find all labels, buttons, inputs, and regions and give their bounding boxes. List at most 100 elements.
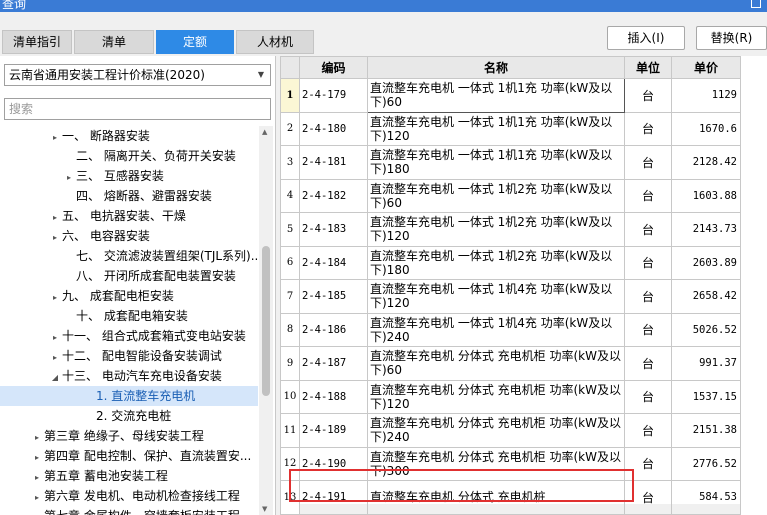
cell-name[interactable]: 直流整车充电机 一体式 1机2充 功率(kW及以下)180 [367, 245, 625, 280]
cell-price[interactable]: 991.37 [671, 346, 741, 381]
table-row[interactable]: 2 2-4-180 直流整车充电机 一体式 1机1充 功率(kW及以下)120 台 16… [280, 111, 741, 146]
search-input[interactable]: 搜索 [4, 98, 271, 120]
cell-unit[interactable]: 台 [624, 312, 672, 347]
tree-node[interactable]: ▸ 十一、 组合式成套箱式变电站安装 [0, 326, 258, 346]
expand-toggle-icon[interactable]: ▸ [62, 168, 76, 188]
table-row[interactable]: 10 2-4-188 直流整车充电机 分体式 充电机柜 功率(kW及以下)120 台 1… [280, 379, 741, 414]
cell-price[interactable]: 2776.52 [671, 446, 741, 481]
cell-code[interactable]: 2-4-184 [299, 245, 368, 280]
table-row[interactable]: 4 2-4-182 直流整车充电机 一体式 1机2充 功率(kW及以下)60 台 160… [280, 178, 741, 213]
tree-node[interactable]: 2. 交流充电桩 [0, 406, 258, 426]
tab-quota[interactable]: 定额 [156, 30, 234, 54]
table-row[interactable]: 5 2-4-183 直流整车充电机 一体式 1机2充 功率(kW及以下)120 台 21… [280, 212, 741, 247]
expand-toggle-icon[interactable]: ▸ [30, 428, 44, 448]
expand-toggle-icon[interactable]: ◢ [48, 368, 62, 388]
cell-name[interactable]: 直流整车充电机 一体式 1机1充 功率(kW及以下)60 [367, 78, 625, 113]
cell-unit[interactable]: 台 [624, 145, 672, 180]
tree-node[interactable]: 二、 隔离开关、负荷开关安装 [0, 146, 258, 166]
cell-price[interactable]: 584.53 [671, 480, 741, 515]
tree-node[interactable]: ▸ 九、 成套配电柜安装 [0, 286, 258, 306]
cell-unit[interactable]: 台 [624, 78, 672, 113]
tree-node[interactable]: 八、 开闭所成套配电装置安装 [0, 266, 258, 286]
table-row[interactable]: 6 2-4-184 直流整车充电机 一体式 1机2充 功率(kW及以下)180 台 26… [280, 245, 741, 280]
expand-toggle-icon[interactable]: ▸ [48, 128, 62, 148]
cell-code[interactable]: 2-4-179 [299, 78, 368, 113]
cell-price[interactable]: 1537.15 [671, 379, 741, 414]
cell-price[interactable]: 1670.6 [671, 111, 741, 146]
cell-price[interactable]: 1129 [671, 78, 741, 113]
expand-toggle-icon[interactable]: ▸ [48, 348, 62, 368]
tree-node[interactable]: ▸ 第五章 蓄电池安装工程 [0, 466, 258, 486]
cell-price[interactable]: 2603.89 [671, 245, 741, 280]
scroll-thumb[interactable] [262, 246, 270, 396]
header-price[interactable]: 单价 [671, 56, 741, 79]
tree-node[interactable]: ▸ 第四章 配电控制、保护、直流装置安... [0, 446, 258, 466]
tree-node[interactable]: ▸第七章 金属构件、穿墙套板安装工程 [0, 506, 258, 515]
cell-code[interactable]: 2-4-182 [299, 178, 368, 213]
tab-labor-material[interactable]: 人材机 [236, 30, 314, 54]
row-number[interactable]: 5 [280, 212, 300, 247]
tree-node[interactable]: ▸ 五、 电抗器安装、干燥 [0, 206, 258, 226]
expand-toggle-icon[interactable]: ▸ [48, 328, 62, 348]
row-number[interactable]: 6 [280, 245, 300, 280]
tree-scrollbar[interactable]: ▲ ▼ [259, 126, 273, 515]
expand-toggle-icon[interactable]: ▸ [48, 288, 62, 308]
replace-button[interactable]: 替换(R) [696, 26, 767, 50]
cell-code[interactable]: 2-4-183 [299, 212, 368, 247]
header-name[interactable]: 名称 [367, 56, 625, 79]
cell-unit[interactable]: 台 [624, 379, 672, 414]
row-number[interactable]: 11 [280, 413, 300, 448]
cell-name[interactable]: 直流整车充电机 一体式 1机4充 功率(kW及以下)240 [367, 312, 625, 347]
tree-node[interactable]: 四、 熔断器、避雷器安装 [0, 186, 258, 206]
cell-name[interactable]: 直流整车充电机 分体式 充电机柜 功率(kW及以下)240 [367, 413, 625, 448]
standard-select[interactable]: 云南省通用安装工程计价标准(2020) ▼ [4, 64, 271, 86]
cell-price[interactable]: 2151.38 [671, 413, 741, 448]
tree-node[interactable]: 十、 成套配电箱安装 [0, 306, 258, 326]
tab-bill[interactable]: 清单 [74, 30, 154, 54]
cell-name[interactable]: 直流整车充电机 一体式 1机2充 功率(kW及以下)120 [367, 212, 625, 247]
scroll-down-icon[interactable]: ▼ [262, 505, 267, 513]
cell-code[interactable]: 2-4-185 [299, 279, 368, 314]
cell-code[interactable]: 2-4-180 [299, 111, 368, 146]
expand-toggle-icon[interactable]: ▸ [30, 488, 44, 508]
cell-code[interactable]: 2-4-186 [299, 312, 368, 347]
expand-toggle-icon[interactable]: ▸ [30, 468, 44, 488]
row-number[interactable]: 9 [280, 346, 300, 381]
row-number[interactable]: 1 [280, 78, 300, 113]
cell-code[interactable]: 2-4-189 [299, 413, 368, 448]
cell-unit[interactable]: 台 [624, 346, 672, 381]
cell-code[interactable]: 2-4-187 [299, 346, 368, 381]
cell-price[interactable]: 2128.42 [671, 145, 741, 180]
scroll-up-icon[interactable]: ▲ [262, 128, 267, 136]
cell-name[interactable]: 直流整车充电机 一体式 1机2充 功率(kW及以下)60 [367, 178, 625, 213]
cell-name[interactable]: 直流整车充电机 分体式 充电机柜 功率(kW及以下)120 [367, 379, 625, 414]
cell-price[interactable]: 5026.52 [671, 312, 741, 347]
tree-node[interactable]: ▸ 第三章 绝缘子、母线安装工程 [0, 426, 258, 446]
row-number[interactable]: 7 [280, 279, 300, 314]
header-code[interactable]: 编码 [299, 56, 368, 79]
cell-unit[interactable]: 台 [624, 245, 672, 280]
tree-node[interactable]: ◢ 十三、 电动汽车充电设备安装 [0, 366, 258, 386]
cell-unit[interactable]: 台 [624, 212, 672, 247]
cell-unit[interactable]: 台 [624, 111, 672, 146]
cell-price[interactable]: 1603.88 [671, 178, 741, 213]
table-row[interactable]: 7 2-4-185 直流整车充电机 一体式 1机4充 功率(kW及以下)120 台 26… [280, 279, 741, 314]
maximize-icon[interactable] [751, 0, 761, 8]
cell-name[interactable]: 直流整车充电机 一体式 1机1充 功率(kW及以下)120 [367, 111, 625, 146]
tree-node[interactable]: 1. 直流整车充电机 [0, 386, 258, 406]
insert-button[interactable]: 插入(I) [607, 26, 685, 50]
table-row[interactable]: 11 2-4-189 直流整车充电机 分体式 充电机柜 功率(kW及以下)240 台 2… [280, 413, 741, 448]
tree-node[interactable]: 七、 交流滤波装置组架(TJL系列)... [0, 246, 258, 266]
row-number[interactable]: 8 [280, 312, 300, 347]
table-row[interactable]: 1 2-4-179 直流整车充电机 一体式 1机1充 功率(kW及以下)60 台 112… [280, 78, 741, 113]
row-number[interactable]: 3 [280, 145, 300, 180]
cell-unit[interactable]: 台 [624, 413, 672, 448]
table-row[interactable]: 3 2-4-181 直流整车充电机 一体式 1机1充 功率(kW及以下)180 台 21… [280, 145, 741, 180]
header-unit[interactable]: 单位 [624, 56, 672, 79]
table-row[interactable]: 8 2-4-186 直流整车充电机 一体式 1机4充 功率(kW及以下)240 台 50… [280, 312, 741, 347]
row-number[interactable]: 2 [280, 111, 300, 146]
tab-bill-guide[interactable]: 清单指引 [2, 30, 72, 54]
cell-price[interactable]: 2143.73 [671, 212, 741, 247]
cell-name[interactable]: 直流整车充电机 分体式 充电机柜 功率(kW及以下)60 [367, 346, 625, 381]
tree-node[interactable]: ▸ 一、 断路器安装 [0, 126, 258, 146]
